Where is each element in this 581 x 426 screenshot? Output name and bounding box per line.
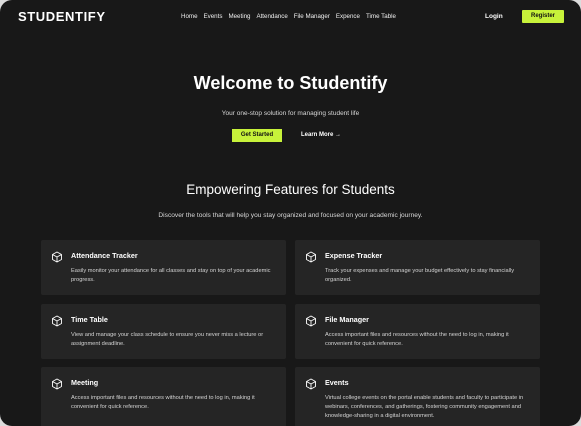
get-started-button[interactable]: Get Started	[232, 129, 282, 142]
feature-card-file-manager[interactable]: File Manager Access important files and …	[295, 304, 540, 359]
card-title: Expense Tracker	[325, 251, 383, 260]
card-description: Virtual college events on the portal ena…	[325, 395, 524, 419]
top-navbar: STUDENTIFY Home Events Meeting Attendanc…	[0, 0, 581, 34]
nav-links: Home Events Meeting Attendance File Mana…	[181, 13, 396, 20]
cube-icon	[306, 251, 316, 263]
hero-subtitle: Your one-stop solution for managing stud…	[221, 110, 360, 117]
register-button[interactable]: Register	[522, 10, 564, 23]
card-description: Track your expenses and manage your budg…	[325, 268, 515, 283]
cube-icon	[52, 315, 62, 327]
learn-more-link[interactable]: Learn More →	[301, 132, 341, 138]
nav-link-events[interactable]: Events	[204, 13, 223, 20]
cube-icon	[52, 251, 62, 263]
hero-title: Welcome to Studentify	[193, 73, 388, 93]
card-title: Attendance Tracker	[71, 251, 138, 260]
nav-link-expence[interactable]: Expence	[336, 13, 360, 20]
card-description: Access important files and resources wit…	[71, 395, 255, 410]
card-title: Events	[325, 378, 349, 387]
nav-link-file-manager[interactable]: File Manager	[294, 13, 330, 20]
cube-icon	[306, 315, 316, 327]
features-title: Empowering Features for Students	[186, 182, 395, 197]
nav-link-time-table[interactable]: Time Table	[366, 13, 396, 20]
card-description: Easily monitor your attendance for all c…	[71, 268, 271, 283]
card-title: Meeting	[71, 378, 99, 387]
nav-link-home[interactable]: Home	[181, 13, 198, 20]
feature-card-time-table[interactable]: Time Table View and manage your class sc…	[41, 304, 286, 359]
feature-card-attendance[interactable]: Attendance Tracker Easily monitor your a…	[41, 240, 286, 295]
feature-card-meeting[interactable]: Meeting Access important files and resou…	[41, 367, 286, 426]
feature-card-events[interactable]: Events Virtual college events on the por…	[295, 367, 540, 426]
nav-link-attendance[interactable]: Attendance	[256, 13, 287, 20]
app-window: STUDENTIFY Home Events Meeting Attendanc…	[0, 0, 581, 426]
login-link[interactable]: Login	[485, 13, 503, 20]
card-title: File Manager	[325, 315, 369, 324]
feature-card-expense[interactable]: Expense Tracker Track your expenses and …	[295, 240, 540, 295]
card-description: View and manage your class schedule to e…	[71, 332, 264, 347]
brand-logo[interactable]: STUDENTIFY	[18, 9, 106, 24]
card-description: Access important files and resources wit…	[325, 332, 509, 347]
card-title: Time Table	[71, 315, 108, 324]
cube-icon	[52, 378, 62, 390]
nav-link-meeting[interactable]: Meeting	[228, 13, 250, 20]
cube-icon	[306, 378, 316, 390]
features-subtitle: Discover the tools that will help you st…	[158, 212, 423, 219]
